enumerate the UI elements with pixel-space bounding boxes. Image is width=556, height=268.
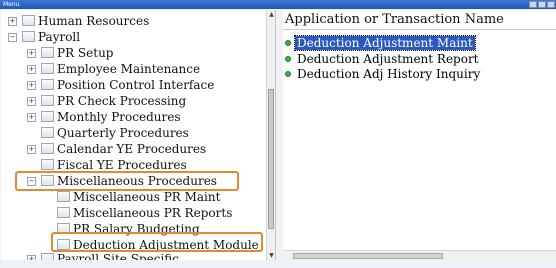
window-bottom-edge — [0, 260, 556, 268]
tree-node-label: Human Resources — [38, 14, 150, 28]
list-item-label: Deduction Adj History Inquiry — [297, 67, 481, 81]
tree-node-label: PR Check Processing — [57, 94, 187, 108]
expand-icon[interactable]: + — [27, 81, 36, 90]
tree-node-label: Quarterly Procedures — [57, 126, 189, 140]
folder-icon — [22, 15, 35, 26]
expand-icon[interactable]: + — [27, 97, 36, 106]
folder-icon — [41, 111, 54, 122]
tree-node-label: Calendar YE Procedures — [57, 142, 207, 156]
folder-icon — [41, 79, 54, 90]
status-dot-icon — [285, 71, 291, 77]
folder-icon — [41, 127, 54, 138]
window-titlebar: Menu — [0, 0, 556, 9]
folder-icon — [41, 143, 54, 154]
collapse-icon[interactable]: − — [8, 33, 17, 42]
list-item-label: Deduction Adjustment Report — [297, 52, 479, 66]
folder-icon — [41, 47, 54, 58]
scroll-down-icon[interactable]: ▼ — [267, 251, 275, 260]
expand-icon[interactable]: + — [8, 17, 17, 26]
scroll-thumb[interactable] — [293, 253, 443, 259]
expand-icon[interactable]: + — [27, 49, 36, 58]
status-dot-icon — [285, 56, 291, 62]
folder-icon — [41, 253, 54, 260]
folder-icon — [41, 63, 54, 74]
tree-node-label: Payroll — [38, 30, 81, 44]
folder-icon — [57, 191, 70, 202]
highlight-deduction-adjustment-module — [51, 232, 263, 252]
close-button[interactable] — [547, 1, 555, 8]
folder-icon — [41, 159, 54, 170]
folder-icon — [22, 31, 35, 42]
tree-node-label: Payroll Site Specific — [57, 252, 180, 260]
expand-icon[interactable]: + — [27, 113, 36, 122]
minimize-button[interactable] — [529, 1, 537, 8]
scroll-up-icon[interactable]: ▲ — [267, 10, 275, 19]
folder-icon — [57, 207, 70, 218]
highlight-miscellaneous-procedures — [15, 171, 239, 191]
tree-node-label: Monthly Procedures — [57, 110, 181, 124]
tree-node-label: PR Setup — [57, 46, 114, 60]
window-title: Menu — [3, 1, 20, 8]
expand-icon[interactable]: + — [27, 145, 36, 154]
tree-vertical-scrollbar[interactable]: ▲ ▼ — [266, 10, 275, 260]
application-list: Application or Transaction Name Deductio… — [283, 10, 556, 260]
tree-node-label: Miscellaneous PR Reports — [73, 206, 233, 220]
column-header-application-name[interactable]: Application or Transaction Name — [283, 10, 556, 30]
tree-node-label: Employee Maintenance — [57, 62, 201, 76]
scroll-thumb[interactable] — [268, 89, 274, 229]
tree-node-label: Position Control Interface — [57, 78, 215, 92]
menu-tree: + Human Resources − Payroll + PR Setup +… — [1, 10, 276, 260]
expand-icon[interactable]: + — [27, 65, 36, 74]
status-dot-icon — [285, 40, 291, 46]
maximize-button[interactable] — [538, 1, 546, 8]
tree-node-label: Miscellaneous PR Maint — [73, 190, 221, 204]
list-item-label: Deduction Adjustment Maint — [294, 35, 476, 51]
folder-icon — [41, 95, 54, 106]
